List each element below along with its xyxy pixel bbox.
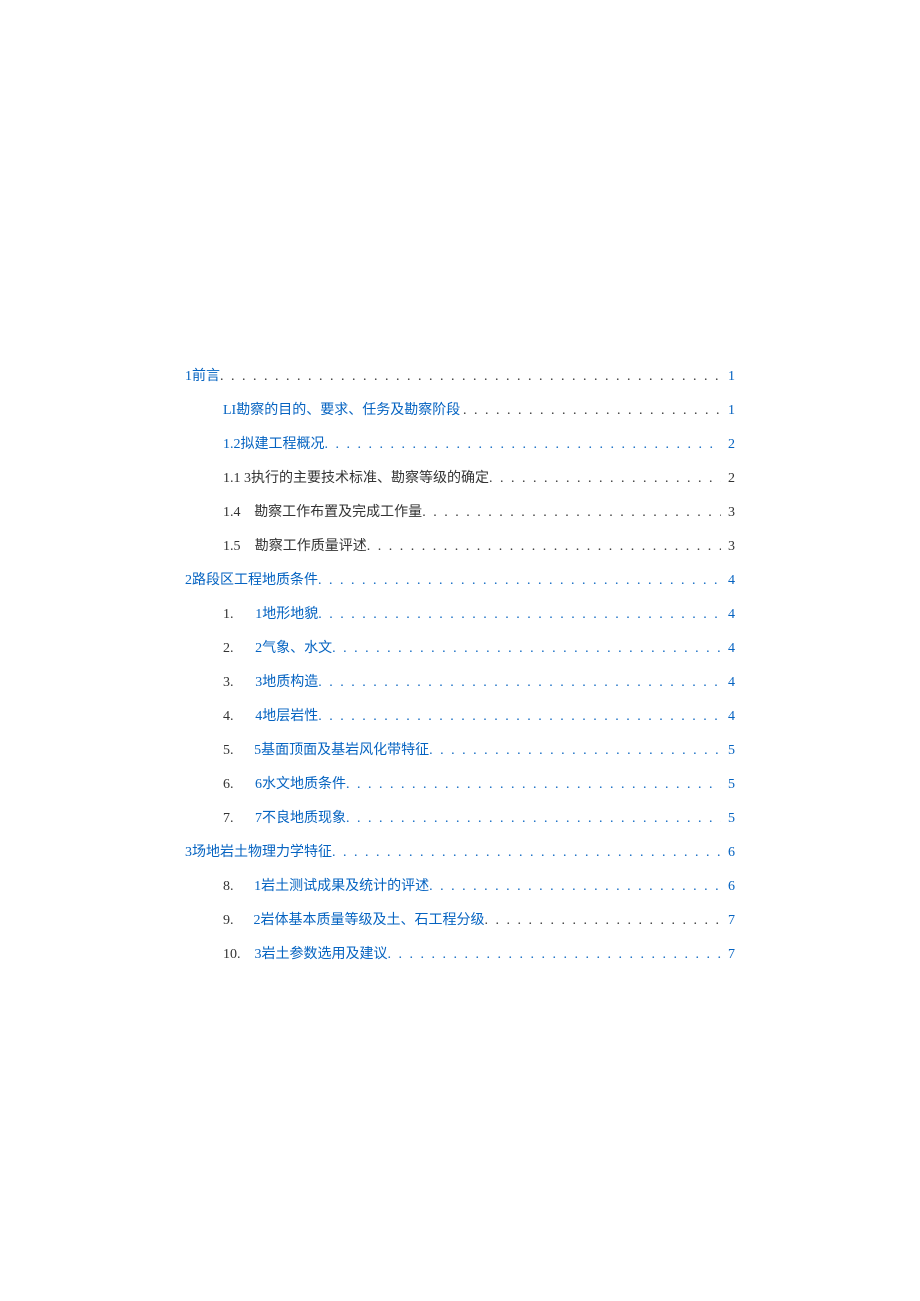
toc-entry: 1. 1地形地貌. . . . . . . . . . . . . . . . .… <box>185 608 735 622</box>
document-page: 1前言. . . . . . . . . . . . . . . . . . .… <box>0 0 920 1301</box>
toc-page-number[interactable]: 5 <box>721 744 735 758</box>
toc-dot-leader: . . . . . . . . . . . . . . . . . . . . … <box>332 846 721 860</box>
toc-dot-leader: . . . . . . . . . . . . . . . . . . . . … <box>318 608 721 622</box>
toc-marker: 1. <box>223 608 251 622</box>
toc-entry: 2. 2气象、水文. . . . . . . . . . . . . . . . … <box>185 642 735 656</box>
toc-title[interactable]: 2岩体基本质量等级及土、石工程分级 <box>254 914 485 928</box>
toc-marker: 5. <box>223 744 251 758</box>
toc-page-number[interactable]: 4 <box>721 676 735 690</box>
toc-marker: 9. <box>223 914 251 928</box>
toc-page-number: 3 <box>721 506 735 520</box>
toc-page-number[interactable]: 1 <box>721 404 735 418</box>
toc-entry: 5.5基面顶面及基岩风化带特征. . . . . . . . . . . . .… <box>185 744 735 758</box>
toc-entry: 8.1岩土测试成果及统计的评述. . . . . . . . . . . . .… <box>185 880 735 894</box>
toc-dot-leader: . . . . . . . . . . . . . . . . . . . . … <box>485 914 721 928</box>
toc-entry: 9.2岩体基本质量等级及土、石工程分级. . . . . . . . . . .… <box>185 914 735 928</box>
toc-dot-leader: . . . . . . . . . . . . . . . . . . . . … <box>346 778 721 792</box>
toc-title[interactable]: 3场地岩土物理力学特征 <box>185 846 332 860</box>
toc-dot-leader: . . . . . . . . . . . . . . . . . . . . … <box>422 506 721 520</box>
toc-entry: 10. 3岩土参数选用及建议. . . . . . . . . . . . . .… <box>185 948 735 962</box>
toc-marker: 6. <box>223 778 251 792</box>
toc-dot-leader: . . . . . . . . . . . . . . . . . . . . … <box>318 710 721 724</box>
toc-entry: 1.1 3执行的主要技术标准、勘察等级的确定. . . . . . . . . … <box>185 472 735 486</box>
toc-entry: 4. 4地层岩性. . . . . . . . . . . . . . . . .… <box>185 710 735 724</box>
toc-entry: 2路段区工程地质条件. . . . . . . . . . . . . . . … <box>185 574 735 588</box>
toc-dot-leader: . . . . . . . . . . . . . . . . . . . . … <box>429 880 721 894</box>
toc-title[interactable]: 6水文地质条件 <box>255 778 346 792</box>
toc-dot-leader: . . . . . . . . . . . . . . . . . . . . … <box>220 370 721 384</box>
toc-dot-leader: . . . . . . . . . . . . . . . . . . . . … <box>429 744 721 758</box>
toc-marker: 8. <box>223 880 251 894</box>
toc-page-number[interactable]: 6 <box>721 846 735 860</box>
toc-title: 勘察工作质量评述 <box>255 540 367 554</box>
toc-marker: 7. <box>223 812 251 826</box>
toc-page-number[interactable]: 4 <box>721 574 735 588</box>
toc-entry: 3场地岩土物理力学特征. . . . . . . . . . . . . . .… <box>185 846 735 860</box>
toc-title[interactable]: 1前言 <box>185 370 220 384</box>
toc-dot-leader: . . . . . . . . . . . . . . . . . . . . … <box>318 676 721 690</box>
toc-dot-leader: . . . . . . . . . . . . . . . . . . . . … <box>367 540 721 554</box>
toc-entry: 3. 3地质构造. . . . . . . . . . . . . . . . .… <box>185 676 735 690</box>
toc-page-number[interactable]: 5 <box>721 778 735 792</box>
toc-marker: 10. <box>223 948 251 962</box>
toc-title[interactable]: 7不良地质现象 <box>255 812 346 826</box>
toc-title[interactable]: 1.2拟建工程概况 <box>223 438 325 452</box>
toc-dot-leader: . . . . . . . . . . . . . . . . . . . . … <box>325 438 722 452</box>
toc-page-number[interactable]: 7 <box>721 948 735 962</box>
toc-entry: 1.4勘察工作布置及完成工作量. . . . . . . . . . . . .… <box>185 506 735 520</box>
toc-dot-leader: . . . . . . . . . . . . . . . . . . . . … <box>332 642 721 656</box>
toc-page-number[interactable]: 7 <box>721 914 735 928</box>
toc-entry: 1前言. . . . . . . . . . . . . . . . . . .… <box>185 370 735 384</box>
toc-marker: 1.4 <box>223 506 251 520</box>
toc-page-number[interactable]: 1 <box>721 370 735 384</box>
toc-page-number: 2 <box>721 472 735 486</box>
toc-title[interactable]: LI勘察的目的、要求、任务及勘察阶段 <box>223 404 460 418</box>
toc-title[interactable]: 3地质构造 <box>255 676 318 690</box>
toc-page-number[interactable]: 6 <box>721 880 735 894</box>
toc-dot-leader: . . . . . . . . . . . . . . . . . . . . … <box>318 574 721 588</box>
toc-title[interactable]: 1地形地貌 <box>255 608 318 622</box>
toc-marker: 4. <box>223 710 251 724</box>
toc-title[interactable]: 1岩土测试成果及统计的评述 <box>254 880 429 894</box>
toc-title[interactable]: 2路段区工程地质条件 <box>185 574 318 588</box>
toc-title[interactable]: 3岩土参数选用及建议 <box>255 948 388 962</box>
toc-page-number[interactable]: 4 <box>721 608 735 622</box>
toc-page-number: 3 <box>721 540 735 554</box>
toc-title[interactable]: 4地层岩性 <box>255 710 318 724</box>
toc-title: 1.1 3执行的主要技术标准、勘察等级的确定 <box>223 472 489 486</box>
toc-page-number[interactable]: 4 <box>721 710 735 724</box>
toc-page-number[interactable]: 4 <box>721 642 735 656</box>
table-of-contents: 1前言. . . . . . . . . . . . . . . . . . .… <box>185 370 735 962</box>
toc-dot-leader: . . . . . . . . . . . . . . . . . . . . … <box>388 948 721 962</box>
toc-dot-leader: . . . . . . . . . . . . . . . . . . . . … <box>346 812 721 826</box>
toc-entry: 1.5 勘察工作质量评述. . . . . . . . . . . . . . .… <box>185 540 735 554</box>
toc-dot-leader: . . . . . . . . . . . . . . . . . . . . … <box>489 472 721 486</box>
toc-entry: LI勘察的目的、要求、任务及勘察阶段. . . . . . . . . . . … <box>185 404 735 418</box>
toc-title[interactable]: 2气象、水文 <box>255 642 332 656</box>
toc-entry: 7. 7不良地质现象. . . . . . . . . . . . . . . .… <box>185 812 735 826</box>
toc-page-number[interactable]: 5 <box>721 812 735 826</box>
toc-page-number[interactable]: 2 <box>721 438 735 452</box>
toc-dot-leader: . . . . . . . . . . . . . . . . . . . . … <box>463 404 721 418</box>
toc-entry: 6. 6水文地质条件. . . . . . . . . . . . . . . .… <box>185 778 735 792</box>
toc-marker: 3. <box>223 676 251 690</box>
toc-entry: 1.2拟建工程概况. . . . . . . . . . . . . . . .… <box>185 438 735 452</box>
toc-title[interactable]: 5基面顶面及基岩风化带特征 <box>254 744 429 758</box>
toc-marker: 1.5 <box>223 540 251 554</box>
toc-title: 勘察工作布置及完成工作量 <box>254 506 422 520</box>
toc-marker: 2. <box>223 642 251 656</box>
